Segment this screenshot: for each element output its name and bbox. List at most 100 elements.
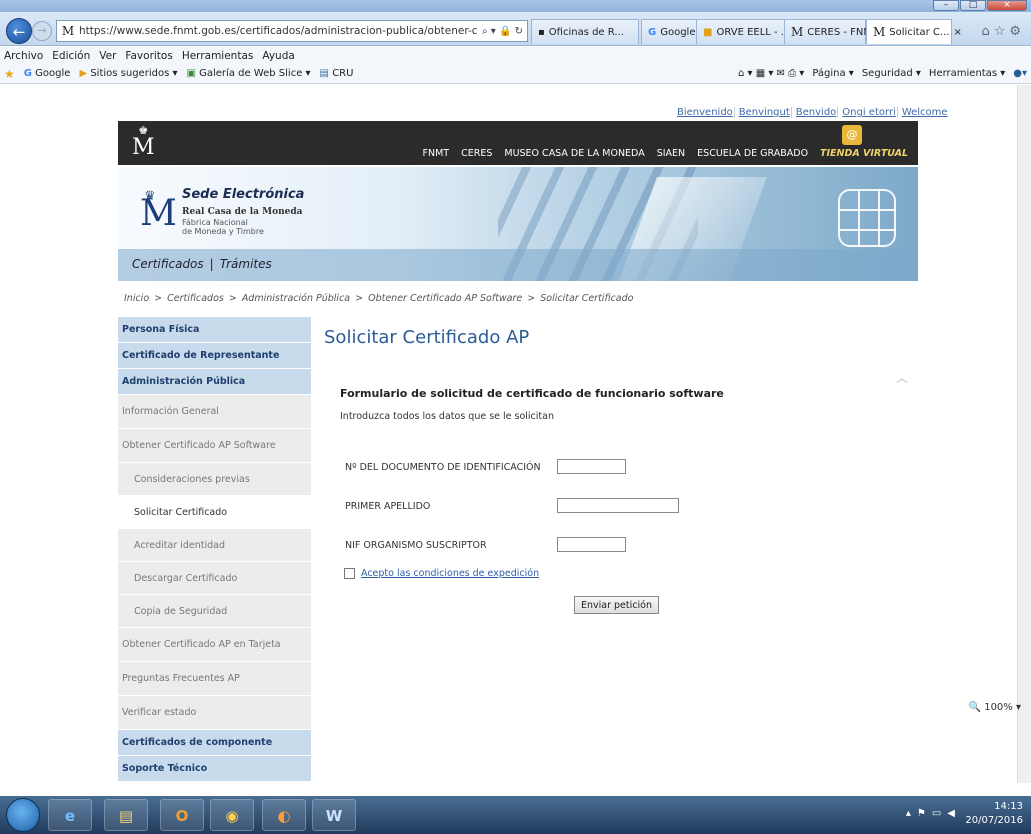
page-scrollbar[interactable] bbox=[1017, 85, 1031, 783]
minimize-button[interactable]: – bbox=[933, 0, 959, 11]
back-button[interactable]: ← bbox=[6, 18, 32, 44]
menu-ayuda[interactable]: Ayuda bbox=[262, 50, 294, 62]
fav-google[interactable]: G Google bbox=[24, 68, 71, 79]
sidebar-item-representante[interactable]: Certificado de Representante bbox=[118, 343, 311, 369]
system-clock[interactable]: 14:13 20/07/2016 bbox=[965, 800, 1023, 828]
file-explorer-icon[interactable]: ▤ bbox=[104, 799, 148, 831]
favorites-star-icon[interactable]: ★ bbox=[4, 67, 15, 81]
tab-oficinas[interactable]: ▪ Oficinas de R... bbox=[531, 19, 639, 44]
sidebar-subitem-consideraciones[interactable]: Consideraciones previas bbox=[118, 463, 311, 496]
sidebar-item-preguntas[interactable]: Preguntas Frecuentes AP bbox=[118, 662, 311, 696]
start-button[interactable] bbox=[6, 798, 40, 832]
sidebar-menu: Persona Física Certificado de Representa… bbox=[118, 317, 311, 782]
sidebar-item-componente[interactable]: Certificados de componente bbox=[118, 730, 311, 756]
label-documento: Nº DEL DOCUMENTO DE IDENTIFICACIÓN bbox=[345, 462, 541, 473]
tab-ceres[interactable]: M CERES - FNMT bbox=[784, 19, 878, 44]
close-tab-icon[interactable]: × bbox=[953, 27, 961, 38]
sidebar-subitem-descargar[interactable]: Descargar Certificado bbox=[118, 562, 311, 595]
sidebar-item-soporte[interactable]: Soporte Técnico bbox=[118, 756, 311, 782]
sidebar-subitem-solicitar[interactable]: Solicitar Certificado bbox=[118, 496, 311, 529]
forward-button[interactable]: → bbox=[32, 21, 52, 41]
enviar-peticion-button[interactable]: Enviar petición bbox=[574, 596, 659, 614]
sidebar-subitem-copia[interactable]: Copia de Seguridad bbox=[118, 595, 311, 628]
toolbar-herramientas[interactable]: Herramientas ▾ bbox=[929, 68, 1005, 79]
page-title: Solicitar Certificado AP bbox=[324, 327, 530, 348]
close-window-button[interactable]: × bbox=[987, 0, 1027, 11]
section-link-tramites[interactable]: Trámites bbox=[220, 257, 272, 271]
menu-herramientas[interactable]: Herramientas bbox=[182, 50, 254, 62]
section-link-certificados[interactable]: Certificados bbox=[132, 257, 204, 271]
topnav-tienda-virtual[interactable]: TIENDA VIRTUAL bbox=[820, 148, 908, 159]
sidebar-item-informacion-general[interactable]: Información General bbox=[118, 395, 311, 429]
topnav-escuela[interactable]: ESCUELA DE GRABADO bbox=[697, 148, 808, 159]
lang-link-gl[interactable]: Benvido bbox=[795, 107, 839, 118]
zoom-level[interactable]: 🔍 100% ▾ bbox=[969, 702, 1021, 713]
form-title: Formulario de solicitud de certificado d… bbox=[340, 387, 724, 400]
nif-organismo-input[interactable] bbox=[557, 537, 626, 552]
internet-explorer-icon[interactable]: e bbox=[48, 799, 92, 831]
help-icon[interactable]: ●▾ bbox=[1013, 68, 1027, 79]
fav-galeria-web-slice[interactable]: ▣ Galería de Web Slice ▾ bbox=[186, 68, 310, 79]
firefox-icon[interactable]: ◐ bbox=[262, 799, 306, 831]
topnav-siaen[interactable]: SIAEN bbox=[657, 148, 685, 159]
system-tray-icons[interactable]: ▴⚑▭◀ bbox=[906, 808, 961, 819]
browser-navbar: ← → M https://www.sede.fnmt.gob.es/certi… bbox=[0, 12, 1031, 46]
toolbar-icons[interactable]: ⌂ ▾ ▦ ▾ ✉ ⎙ ▾ bbox=[738, 68, 804, 79]
windows-taskbar: e ▤ O ◉ ◐ W ▴⚑▭◀ 14:13 20/07/2016 bbox=[0, 796, 1031, 834]
orve-icon: ■ bbox=[703, 26, 713, 38]
sidebar-item-verificar[interactable]: Verificar estado bbox=[118, 696, 311, 730]
primer-apellido-input[interactable] bbox=[557, 498, 679, 513]
documento-input[interactable] bbox=[557, 459, 626, 474]
lang-link-es[interactable]: Bienvenido bbox=[676, 107, 735, 118]
site-banner: ♛ M Sede Electrónica Real Casa de la Mon… bbox=[118, 167, 918, 281]
menu-archivo[interactable]: Archivo bbox=[4, 50, 43, 62]
maximize-button[interactable]: □ bbox=[960, 0, 986, 11]
address-bar[interactable]: M https://www.sede.fnmt.gob.es/certifica… bbox=[56, 20, 528, 42]
window-titlebar: – □ × bbox=[0, 0, 1031, 12]
form-subtitle: Introduzca todos los datos que se le sol… bbox=[340, 411, 554, 422]
breadcrumb-certificados[interactable]: Certificados bbox=[167, 293, 224, 304]
menu-edicion[interactable]: Edición bbox=[52, 50, 90, 62]
google-icon: G bbox=[648, 26, 657, 38]
address-tools-icons[interactable]: ⌕ ▾ 🔒 ↻ bbox=[482, 26, 527, 37]
tab-favicon-icon: ▪ bbox=[538, 26, 545, 38]
topnav-ceres[interactable]: CERES bbox=[461, 148, 492, 159]
lang-link-ca[interactable]: Benvingut bbox=[738, 107, 792, 118]
sidebar-item-persona-fisica[interactable]: Persona Física bbox=[118, 317, 311, 343]
sidebar-subitem-acreditar[interactable]: Acreditar identidad bbox=[118, 529, 311, 562]
fnmt-favicon-icon: M bbox=[61, 24, 75, 38]
sidebar-item-obtener-tarjeta[interactable]: Obtener Certificado AP en Tarjeta bbox=[118, 628, 311, 662]
accept-conditions-checkbox[interactable] bbox=[344, 568, 355, 579]
address-url[interactable]: https://www.sede.fnmt.gob.es/certificado… bbox=[79, 25, 478, 37]
fav-cru[interactable]: ▤ CRU bbox=[320, 68, 354, 79]
smartcard-chip-icon bbox=[838, 189, 896, 247]
toolbar-seguridad[interactable]: Seguridad ▾ bbox=[862, 68, 921, 79]
lang-link-eu[interactable]: Ongi etorri bbox=[841, 107, 898, 118]
word-icon[interactable]: W bbox=[312, 799, 356, 831]
breadcrumb-inicio[interactable]: Inicio bbox=[124, 293, 149, 304]
fnmt-crest-logo[interactable]: ♚ M bbox=[132, 125, 155, 161]
toolbar-pagina[interactable]: Página ▾ bbox=[812, 68, 854, 79]
label-nif-organismo: NIF ORGANISMO SUSCRIPTOR bbox=[345, 540, 487, 551]
fnmt-m-logo[interactable]: M bbox=[140, 195, 177, 233]
section-separator: | bbox=[209, 257, 214, 271]
chrome-icon[interactable]: ◉ bbox=[210, 799, 254, 831]
menu-ver[interactable]: Ver bbox=[99, 50, 116, 62]
sidebar-item-obtener-software[interactable]: Obtener Certificado AP Software bbox=[118, 429, 311, 463]
breadcrumb-administracion[interactable]: Administración Pública bbox=[242, 293, 350, 304]
tab-solicitar[interactable]: M Solicitar C... × bbox=[866, 19, 962, 44]
tab-orve[interactable]: ■ ORVE EELL - ... bbox=[696, 19, 796, 44]
sidebar-item-administracion-publica[interactable]: Administración Pública bbox=[118, 369, 311, 395]
shopping-bag-icon[interactable]: @ bbox=[842, 125, 862, 145]
topnav-museo[interactable]: MUSEO CASA DE LA MONEDA bbox=[504, 148, 644, 159]
web-page: Bienvenido Benvingut Benvido Ongi etorri… bbox=[0, 85, 1031, 783]
chevron-up-icon[interactable]: ︿ bbox=[896, 369, 908, 386]
fav-sitios-sugeridos[interactable]: ▶ Sitios sugeridos ▾ bbox=[79, 68, 177, 79]
home-favorites-settings-icons[interactable]: ⌂☆⚙ bbox=[981, 24, 1025, 39]
outlook-icon[interactable]: O bbox=[160, 799, 204, 831]
menu-favoritos[interactable]: Favoritos bbox=[125, 50, 172, 62]
breadcrumb-obtener-software[interactable]: Obtener Certificado AP Software bbox=[368, 293, 522, 304]
accept-conditions-link[interactable]: Acepto las condiciones de expedición bbox=[361, 568, 539, 579]
topnav-fnmt[interactable]: FNMT bbox=[423, 148, 450, 159]
lang-link-en[interactable]: Welcome bbox=[901, 107, 949, 118]
